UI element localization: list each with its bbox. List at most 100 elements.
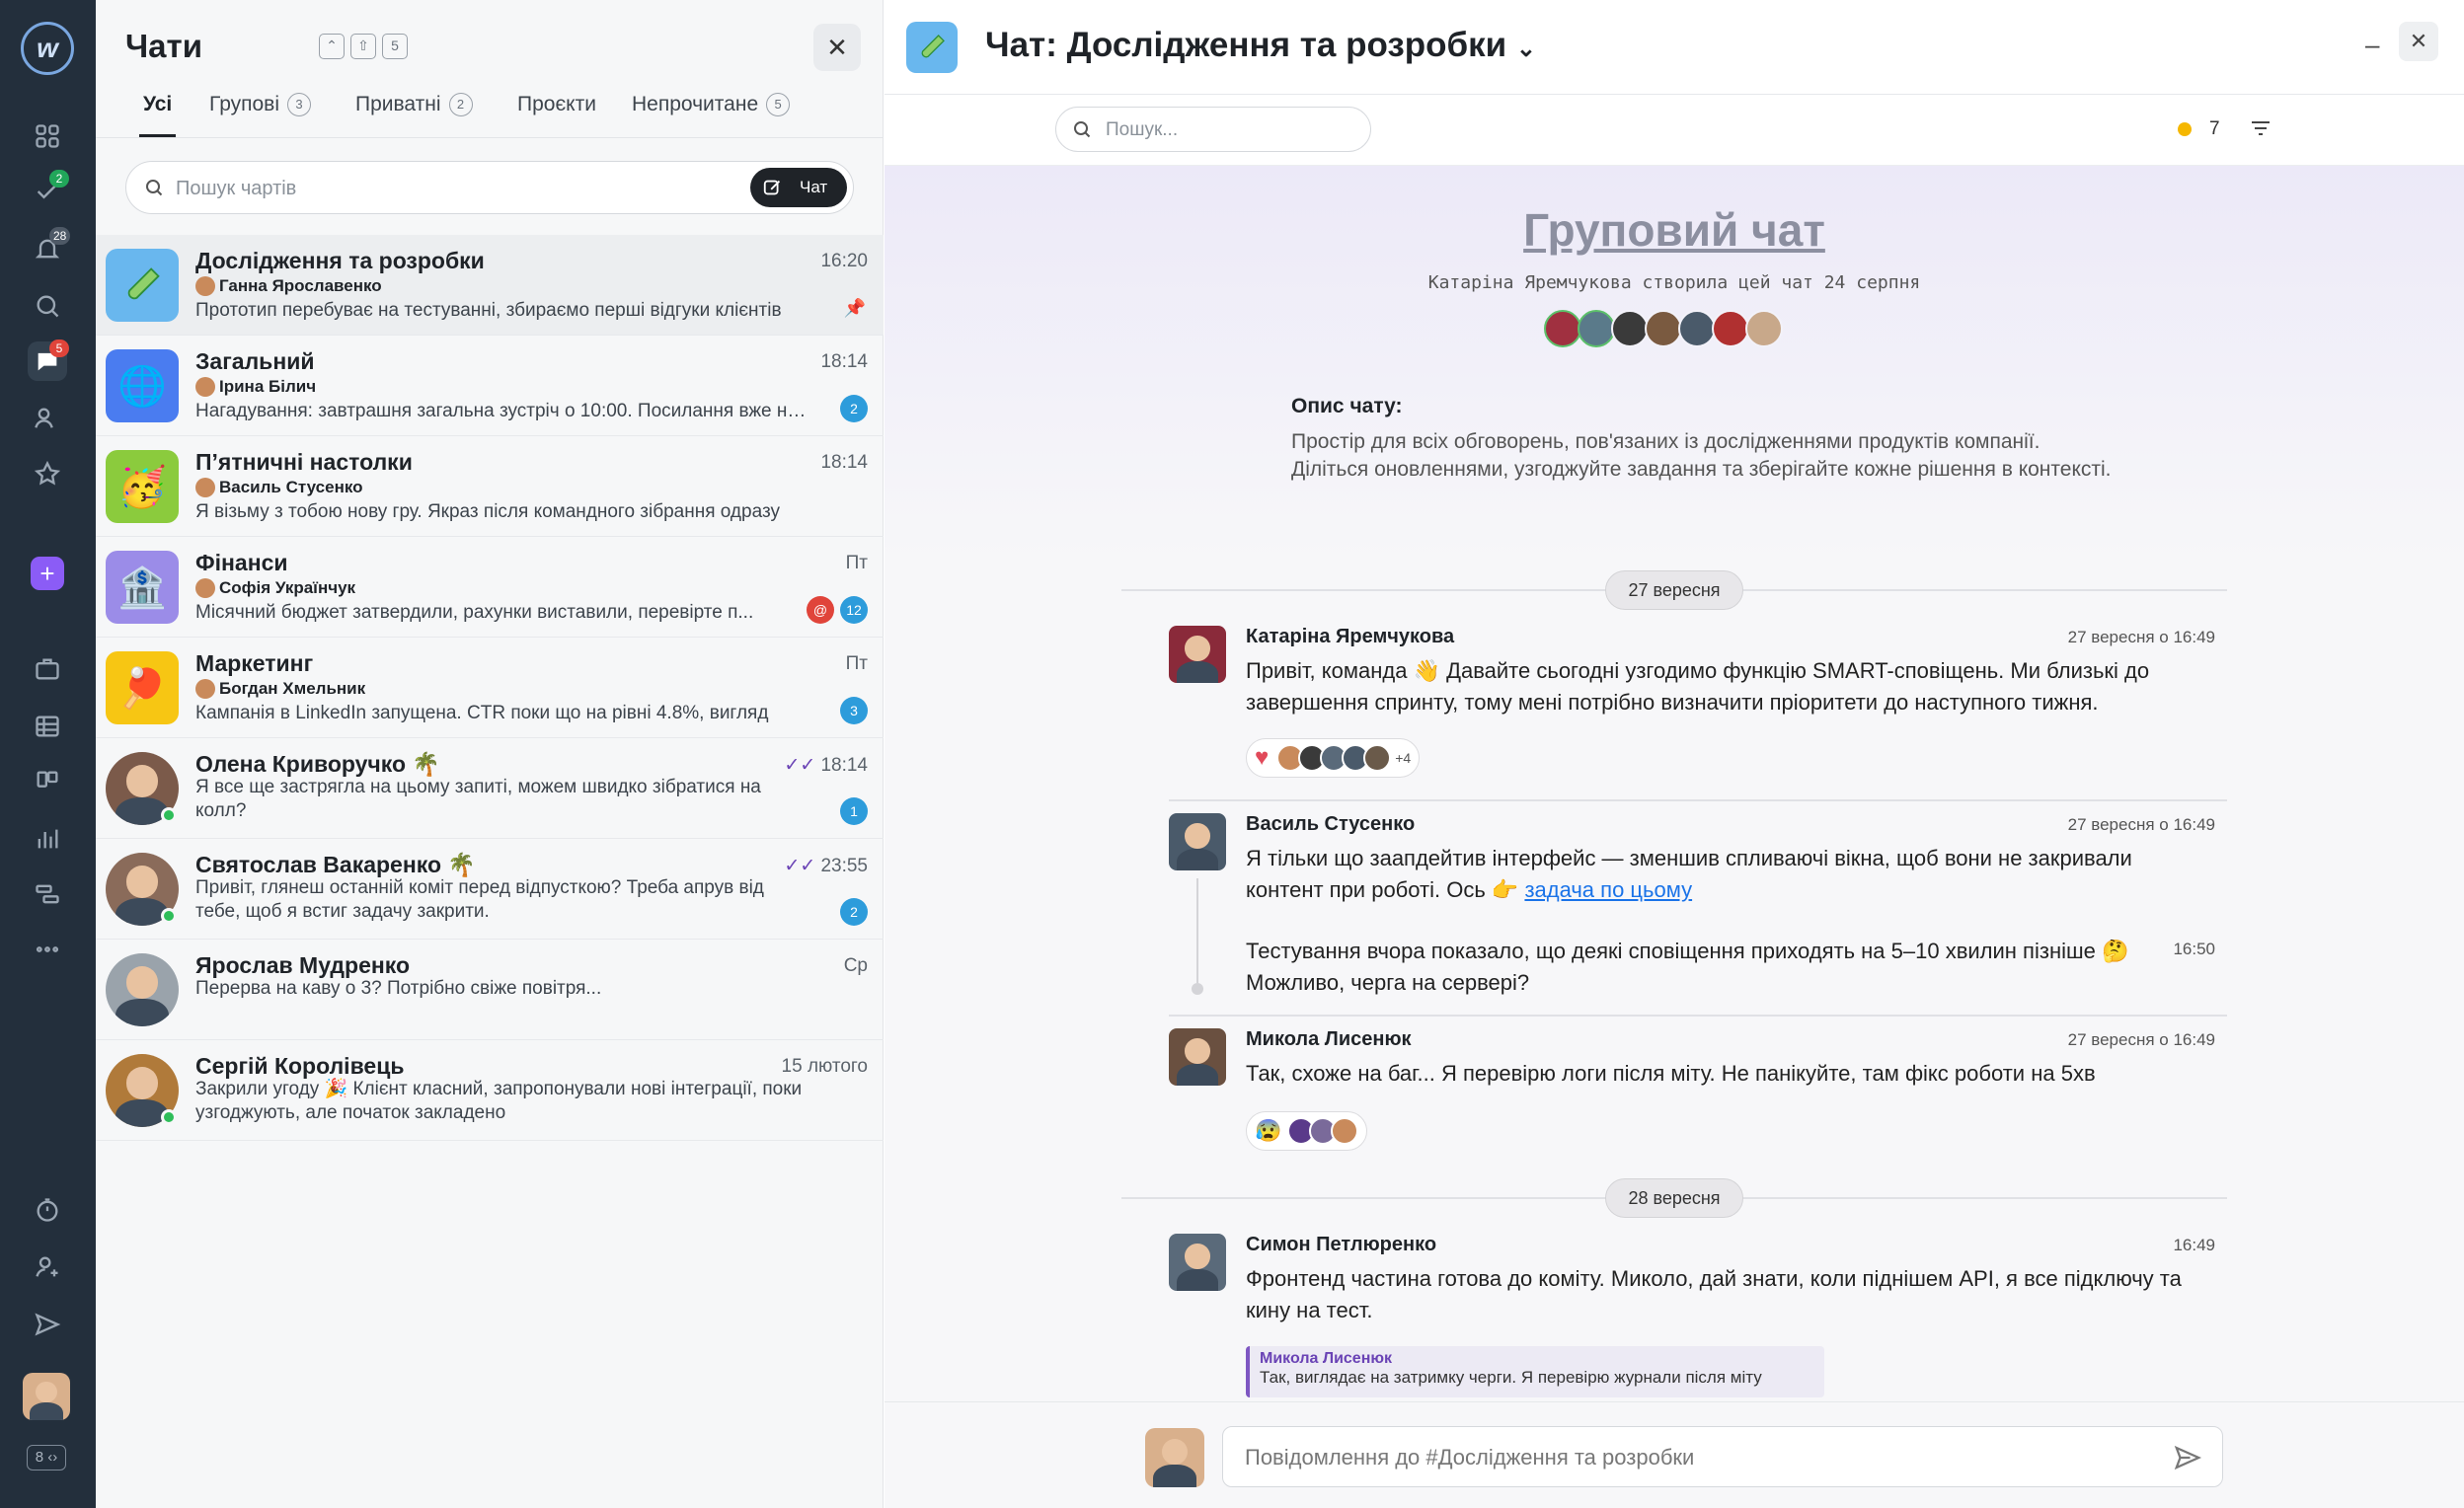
double-check-icon: ✓✓: [784, 856, 816, 876]
message-input[interactable]: Повідомлення до #Дослідження та розробки: [1222, 1426, 2223, 1487]
description-heading: Опис чату:: [1291, 395, 1403, 417]
chat-item[interactable]: Святослав Вакаренко 🌴 ✓✓ 23:55 Привіт, г…: [96, 839, 884, 940]
chat-item[interactable]: 🌐 Загальний 18:14 Ірина Білич Нагадуванн…: [96, 336, 884, 436]
chat-list-panel: Чати ⌃ ⇧ 5 ✕ Усі Групові 3 Приватні 2 Проє…: [96, 0, 884, 1508]
chat-item[interactable]: Ярослав Мудренко Ср Перерва на каву о 3?…: [96, 940, 884, 1040]
edit-icon: [763, 180, 781, 195]
app-logo[interactable]: w: [21, 22, 74, 75]
message-placeholder: Повідомлення до #Дослідження та розробки: [1245, 1445, 1695, 1470]
bell-icon[interactable]: 28: [28, 227, 71, 268]
chat-name: Ярослав Мудренко: [195, 952, 411, 978]
minimize-button[interactable]: –: [2365, 30, 2379, 60]
user-avatar[interactable]: [23, 1373, 70, 1420]
avatar[interactable]: [1169, 1234, 1226, 1291]
message-search[interactable]: Пошук...: [1055, 107, 1371, 152]
message-author[interactable]: Микола Лисенюк: [1246, 1028, 1412, 1051]
add-user-icon[interactable]: [28, 1247, 67, 1287]
double-check-icon: ✓✓: [784, 755, 816, 776]
send-icon[interactable]: [28, 1305, 67, 1344]
new-chat-button[interactable]: Чат: [750, 168, 847, 207]
chat-item[interactable]: Сергій Королівець 15 лютого Закрили угод…: [96, 1040, 884, 1141]
briefcase-icon[interactable]: [28, 649, 67, 689]
send-icon[interactable]: [2173, 1443, 2202, 1472]
chat-time: Пт: [845, 553, 868, 573]
search-icon: [146, 180, 163, 196]
board-icon[interactable]: [28, 762, 67, 801]
tab-group[interactable]: Групові 3: [209, 93, 312, 116]
task-link[interactable]: задача по цьому: [1524, 877, 1692, 902]
online-indicator: [161, 908, 177, 924]
chat-item[interactable]: Дослідження та розробки 16:20 Ганна Ярос…: [96, 235, 884, 336]
tab-all[interactable]: Усі: [138, 93, 177, 137]
chat-time: ✓✓ 18:14: [784, 755, 868, 776]
reactions[interactable]: ♥ +4: [1246, 738, 1421, 778]
people-icon[interactable]: [28, 399, 67, 438]
thread-dot: [1192, 983, 1203, 995]
tab-projects[interactable]: Проєкти: [517, 93, 596, 116]
message-author[interactable]: Василь Стусенко: [1246, 813, 1415, 836]
quoted-message[interactable]: Микола Лисенюк Так, виглядає на затримку…: [1246, 1346, 1824, 1397]
tab-unread[interactable]: Непрочитане 5: [632, 93, 791, 116]
chats-icon[interactable]: 5: [28, 339, 69, 381]
online-indicator: [161, 807, 177, 823]
search-placeholder: Пошук...: [1106, 119, 1179, 140]
message: Катаріна Яремчукова 27 вересня о 16:49 П…: [1169, 626, 2215, 803]
chat-item[interactable]: 🏓 Маркетинг Пт Богдан Хмельник Кампанія …: [96, 638, 884, 738]
more-reactors: +4: [1395, 750, 1412, 766]
apps-grid-icon[interactable]: [28, 116, 67, 156]
avatar[interactable]: [1169, 626, 1226, 683]
chat-time: Ср: [843, 955, 868, 976]
chat-search[interactable]: Пошук чартів Чат: [125, 161, 854, 214]
test-tube-icon: [906, 22, 958, 73]
avatar: [106, 953, 179, 1026]
user-avatar: [1145, 1428, 1204, 1487]
chat-name: Святослав Вакаренко 🌴: [195, 852, 477, 877]
chat-view: Чат: Дослідження та розробки ⌄ – ✕ Пошук…: [885, 0, 2464, 1508]
chat-preview: Перерва на каву о 3? Потрібно свіже пові…: [195, 978, 602, 999]
reactions[interactable]: 😰: [1246, 1111, 1368, 1151]
close-panel-button[interactable]: ✕: [813, 24, 861, 71]
chat-title[interactable]: Чат: Дослідження та розробки ⌄: [985, 26, 1536, 65]
star-icon[interactable]: [28, 454, 67, 493]
message-author[interactable]: Катаріна Яремчукова: [1246, 626, 1454, 648]
chat-item[interactable]: Олена Криворучко 🌴 ✓✓ 18:14 Я все ще зас…: [96, 738, 884, 839]
avatar[interactable]: [1169, 1028, 1226, 1086]
close-chat-button[interactable]: ✕: [2399, 22, 2438, 61]
avatar[interactable]: [1169, 813, 1226, 870]
unread-badge: 1: [840, 797, 868, 825]
member-avatars[interactable]: [1544, 310, 1783, 347]
composer: Повідомлення до #Дослідження та розробки: [885, 1401, 2464, 1508]
chevron-down-icon: ⌄: [1515, 36, 1537, 62]
create-button[interactable]: +: [31, 557, 64, 590]
message-text: Привіт, команда 👋 Давайте сьогодні узгод…: [1246, 658, 2150, 715]
chat-item[interactable]: 🥳 П’ятничні настолки 18:14 Василь Стусен…: [96, 436, 884, 537]
cold-sweat-face-icon: 😰: [1255, 1118, 1282, 1143]
tasks-icon[interactable]: 2: [28, 170, 69, 211]
more-icon[interactable]: [28, 930, 67, 969]
chat-name: П’ятничні настолки: [195, 449, 413, 475]
search-icon[interactable]: [28, 286, 67, 326]
tab-private[interactable]: Приватні 2: [355, 93, 473, 116]
quote-author: Микола Лисенюк: [1260, 1350, 1393, 1367]
message-time: 27 вересня о 16:49: [2067, 628, 2215, 646]
chat-item[interactable]: 🏦 Фінанси Пт Софія Українчук Місячний бю…: [96, 537, 884, 638]
notifications-badge: 28: [49, 227, 71, 245]
chart-icon[interactable]: [28, 819, 67, 859]
chat-sender: Ганна Ярославенко: [195, 276, 382, 296]
timeline-icon[interactable]: [28, 874, 67, 914]
unread-badge: 2: [840, 898, 868, 926]
thread-line: [1196, 878, 1198, 983]
message: Симон Петлюренко 16:49 Фронтенд частина …: [1169, 1234, 2215, 1401]
date-separator: 28 вересня: [1605, 1178, 1743, 1218]
message-author[interactable]: Симон Петлюренко: [1246, 1234, 1436, 1256]
message-text: Тестування вчора показало, що деякі спов…: [1246, 939, 2129, 995]
filter-icon[interactable]: [2249, 116, 2272, 140]
online-count[interactable]: 7: [2178, 118, 2220, 140]
table-icon[interactable]: [28, 707, 67, 746]
chat-sender: Василь Стусенко: [195, 478, 363, 497]
timer-icon[interactable]: [28, 1190, 67, 1230]
online-dot-icon: [2178, 122, 2192, 136]
chat-name: Олена Криворучко 🌴: [195, 751, 441, 777]
chat-name: Сергій Королівець: [195, 1053, 405, 1079]
quote-text: Так, виглядає на затримку черги. Я перев…: [1260, 1368, 1762, 1387]
